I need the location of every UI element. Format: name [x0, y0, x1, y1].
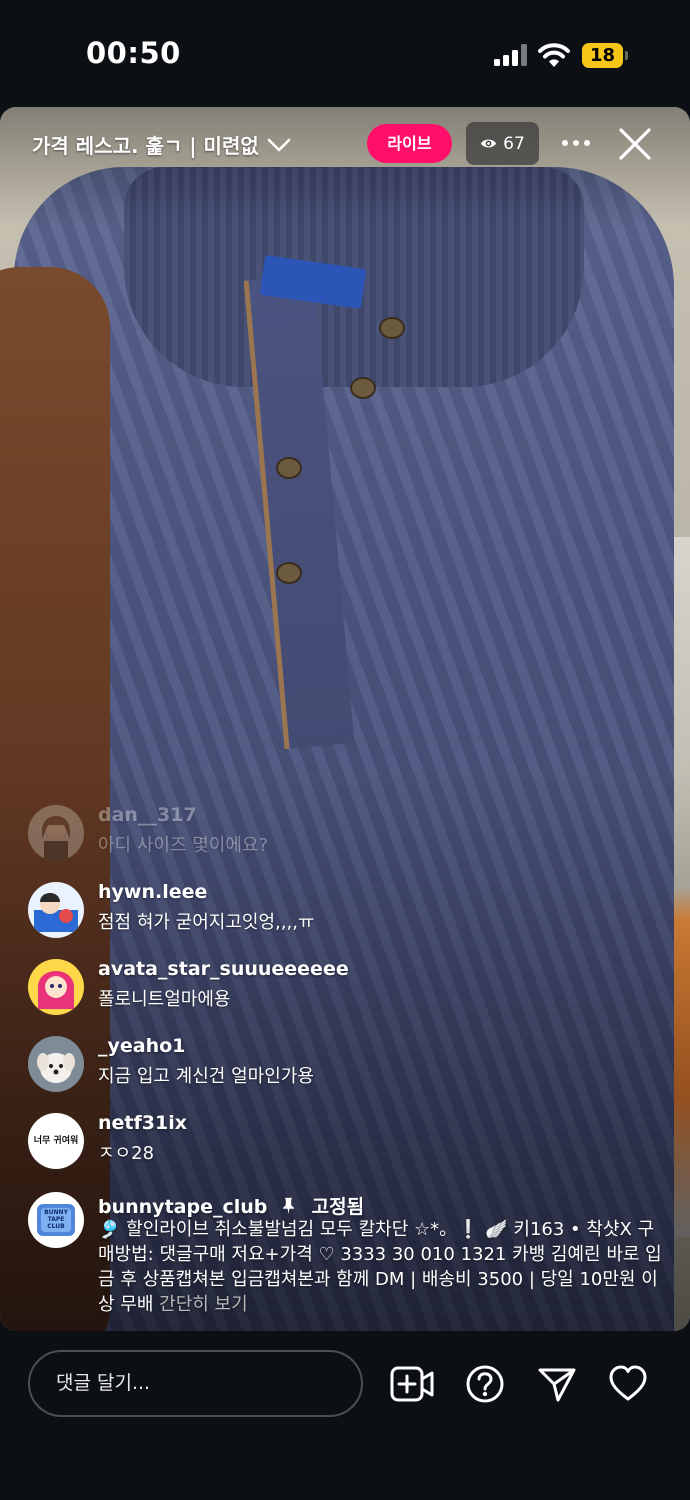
question-icon[interactable] [465, 1364, 505, 1404]
comment-text: 폴로니트얼마에용 [98, 989, 231, 1010]
more-options-icon[interactable] [562, 133, 592, 153]
avatar-text-icon[interactable]: 너무 귀여워 [28, 1113, 84, 1169]
comment-list: dan__317 아디 사이즈 몇이에요? hywn.leee 점점 혀가 굳어… [28, 800, 668, 1185]
send-icon[interactable] [537, 1364, 577, 1404]
comment-username[interactable]: hywn.leee [98, 881, 207, 903]
pinned-label: 고정됨 [311, 1196, 365, 1218]
avatar-puppy-icon[interactable] [28, 1036, 84, 1092]
avatar-cartoon-icon[interactable] [28, 882, 84, 938]
pinned-username[interactable]: bunnytape_club [98, 1196, 267, 1218]
comment-text: 지금 입고 계신건 얼마인가용 [98, 1066, 314, 1087]
chevron-down-icon [267, 138, 291, 151]
bunnytape-logo-avatar[interactable]: BUNNY TAPE CLUB [28, 1192, 84, 1248]
avatar-doll-icon[interactable] [28, 959, 84, 1015]
comment-item[interactable]: avata_star_suuueeeeee 폴로니트얼마에용 [28, 954, 668, 1031]
comment-username[interactable]: _yeaho1 [98, 1035, 185, 1057]
status-time: 00:50 [86, 36, 181, 70]
comment-text: 아디 사이즈 몇이에요? [98, 835, 269, 856]
avatar-girl-icon[interactable] [28, 805, 84, 861]
comment-text: 점점 혀가 굳어지고잇엉,,,,ㅠ [98, 912, 315, 933]
comment-item[interactable]: _yeaho1 지금 입고 계신건 얼마인가용 [28, 1031, 668, 1108]
comment-item[interactable]: dan__317 아디 사이즈 몇이에요? [28, 800, 668, 877]
bottom-bar: 댓글 달기... [0, 1331, 690, 1500]
status-bar: 00:50 18 [0, 0, 690, 107]
pin-icon [282, 1196, 302, 1218]
wifi-icon [538, 43, 570, 67]
live-title-text: 가격 레스고. 훑ㄱ | 미련없 [32, 134, 259, 158]
live-badge: 라이브 [367, 124, 452, 163]
add-video-icon[interactable] [390, 1364, 434, 1404]
heart-icon[interactable] [608, 1364, 648, 1404]
battery-level: 18 [589, 45, 616, 66]
pinned-username-row: bunnytape_club 고정됨 [98, 1192, 364, 1219]
comment-input[interactable]: 댓글 달기... [28, 1350, 363, 1417]
pinned-comment-body: 🎐 할인라이브 취소불발넘김 모두 칼차단 ☆*。❕ 🪽 키163 • 착샷X … [98, 1217, 663, 1317]
viewer-count-badge[interactable]: 67 [466, 122, 539, 165]
comment-item[interactable]: 너무 귀여워 netf31ix ㅈㅇ28 [28, 1108, 668, 1185]
comment-username[interactable]: avata_star_suuueeeeee [98, 958, 349, 980]
comment-username[interactable]: netf31ix [98, 1112, 187, 1134]
live-title[interactable]: 가격 레스고. 훑ㄱ | 미련없 [32, 130, 291, 159]
comment-item[interactable]: hywn.leee 점점 혀가 굳어지고잇엉,,,,ㅠ [28, 877, 668, 954]
eye-icon [481, 139, 497, 148]
close-icon[interactable] [617, 126, 653, 162]
comment-username[interactable]: dan__317 [98, 804, 197, 826]
viewer-count: 67 [503, 133, 525, 154]
see-more-link[interactable]: 간단히 보기 [159, 1294, 248, 1315]
battery-icon: 18 [582, 43, 628, 68]
comment-text: ㅈㅇ28 [98, 1143, 155, 1164]
cellular-signal-icon [494, 44, 528, 66]
